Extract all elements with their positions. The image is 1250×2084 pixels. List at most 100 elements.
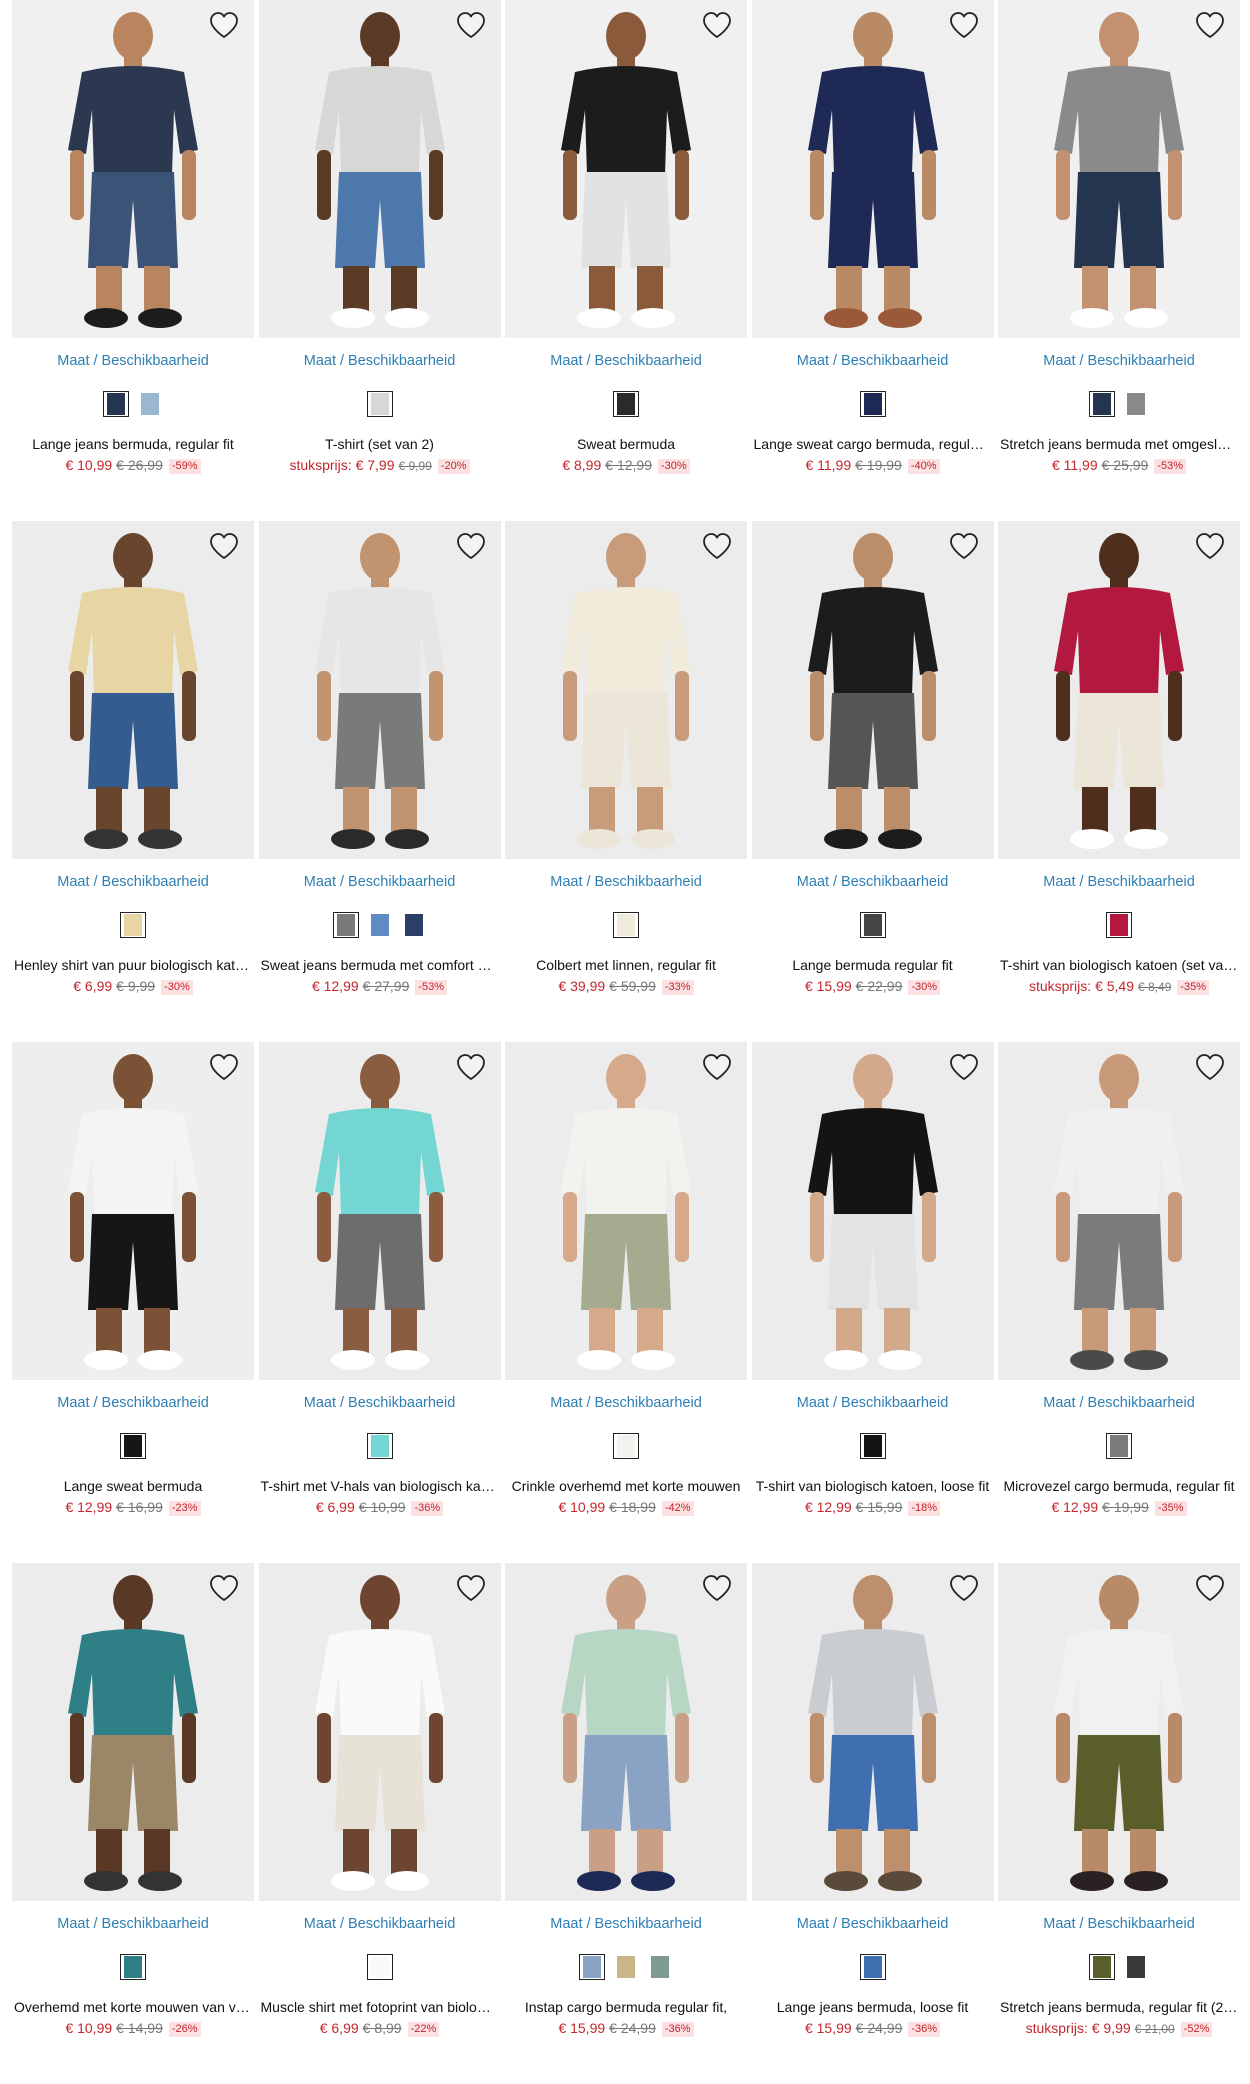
size-availability-link[interactable]: Maat / Beschikbaarheid (304, 353, 456, 369)
size-availability-link[interactable]: Maat / Beschikbaarheid (797, 353, 949, 369)
product-image[interactable] (998, 0, 1240, 338)
wishlist-heart-icon[interactable] (208, 1052, 240, 1082)
product-image[interactable] (12, 0, 254, 338)
size-availability-link[interactable]: Maat / Beschikbaarheid (304, 874, 456, 890)
size-availability-link[interactable]: Maat / Beschikbaarheid (550, 1395, 702, 1411)
color-swatch[interactable] (859, 1954, 886, 1980)
wishlist-heart-icon[interactable] (1194, 1052, 1226, 1082)
wishlist-heart-icon[interactable] (208, 531, 240, 561)
product-card[interactable]: Maat / Beschikbaarheid T-shirt van biolog… (998, 521, 1240, 1042)
color-swatch[interactable] (1106, 912, 1132, 938)
color-swatch[interactable] (613, 1954, 639, 1980)
color-swatch[interactable] (332, 912, 359, 938)
product-card[interactable]: Maat / Beschikbaarheid Muscle shirt met f… (258, 1563, 501, 2084)
wishlist-heart-icon[interactable] (1194, 10, 1226, 40)
size-availability-link[interactable]: Maat / Beschikbaarheid (550, 1916, 702, 1932)
color-swatch[interactable] (579, 1954, 605, 1980)
color-swatch[interactable] (366, 1433, 393, 1459)
product-title[interactable]: Lange sweat bermuda (12, 1477, 254, 1495)
product-card[interactable]: Maat / Beschikbaarheid Overhemd met korte… (12, 1563, 254, 2084)
product-card[interactable]: Maat / Beschikbaarheid Stretch jeans berm… (998, 1563, 1240, 2084)
product-image[interactable] (258, 521, 501, 859)
wishlist-heart-icon[interactable] (948, 1052, 980, 1082)
wishlist-heart-icon[interactable] (455, 1573, 487, 1603)
wishlist-heart-icon[interactable] (455, 1052, 487, 1082)
color-swatch[interactable] (137, 391, 163, 417)
size-availability-link[interactable]: Maat / Beschikbaarheid (57, 1395, 209, 1411)
size-availability-link[interactable]: Maat / Beschikbaarheid (550, 353, 702, 369)
color-swatch[interactable] (613, 912, 639, 938)
wishlist-heart-icon[interactable] (455, 531, 487, 561)
product-image[interactable] (258, 1042, 501, 1380)
color-swatch[interactable] (1089, 1954, 1115, 1980)
color-swatch[interactable] (120, 1954, 146, 1980)
wishlist-heart-icon[interactable] (455, 10, 487, 40)
color-swatch[interactable] (401, 912, 427, 938)
size-availability-link[interactable]: Maat / Beschikbaarheid (1043, 1916, 1195, 1932)
product-title[interactable]: T-shirt van biologisch katoen (set van 2… (998, 956, 1240, 974)
product-card[interactable]: Maat / Beschikbaarheid Crinkle overhemd m… (505, 1042, 747, 1563)
color-swatch[interactable] (859, 1433, 886, 1459)
product-card[interactable]: Maat / Beschikbaarheid Stretch jeans berm… (998, 0, 1240, 521)
product-card[interactable]: Maat / Beschikbaarheid Sweat jeans bermud… (258, 521, 501, 1042)
product-title[interactable]: Sweat bermuda (505, 435, 747, 453)
color-swatch[interactable] (1123, 391, 1149, 417)
size-availability-link[interactable]: Maat / Beschikbaarheid (57, 1916, 209, 1932)
product-title[interactable]: T-shirt (set van 2) (259, 435, 501, 453)
product-card[interactable]: Maat / Beschikbaarheid Lange jeans bermud… (751, 1563, 994, 2084)
wishlist-heart-icon[interactable] (701, 10, 733, 40)
product-title[interactable]: T-shirt met V-hals van biologisch katoen (259, 1477, 501, 1495)
product-title[interactable]: Stretch jeans bermuda, regular fit (2-dl… (998, 1998, 1240, 2016)
product-image[interactable] (998, 521, 1240, 859)
product-image[interactable] (258, 1563, 501, 1901)
wishlist-heart-icon[interactable] (948, 10, 980, 40)
color-swatch[interactable] (367, 912, 393, 938)
size-availability-link[interactable]: Maat / Beschikbaarheid (57, 874, 209, 890)
color-swatch[interactable] (1106, 1433, 1132, 1459)
product-image[interactable] (998, 1042, 1240, 1380)
product-card[interactable]: Maat / Beschikbaarheid Lange jeans bermud… (12, 0, 254, 521)
product-image[interactable] (12, 1042, 254, 1380)
size-availability-link[interactable]: Maat / Beschikbaarheid (1043, 353, 1195, 369)
product-card[interactable]: Maat / Beschikbaarheid Henley shirt van p… (12, 521, 254, 1042)
wishlist-heart-icon[interactable] (1194, 1573, 1226, 1603)
product-card[interactable]: Maat / Beschikbaarheid Instap cargo bermu… (505, 1563, 747, 2084)
size-availability-link[interactable]: Maat / Beschikbaarheid (57, 353, 209, 369)
size-availability-link[interactable]: Maat / Beschikbaarheid (304, 1916, 456, 1932)
product-title[interactable]: Microvezel cargo bermuda, regular fit (998, 1477, 1240, 1495)
size-availability-link[interactable]: Maat / Beschikbaarheid (1043, 1395, 1195, 1411)
wishlist-heart-icon[interactable] (948, 531, 980, 561)
product-image[interactable] (751, 0, 994, 338)
product-title[interactable]: Stretch jeans bermuda met omgeslagen zoo… (998, 435, 1240, 453)
color-swatch[interactable] (613, 1433, 639, 1459)
color-swatch[interactable] (859, 391, 886, 417)
wishlist-heart-icon[interactable] (208, 10, 240, 40)
product-title[interactable]: T-shirt van biologisch katoen, loose fit (752, 1477, 994, 1495)
product-title[interactable]: Sweat jeans bermuda met comfort band (259, 956, 501, 974)
wishlist-heart-icon[interactable] (208, 1573, 240, 1603)
color-swatch[interactable] (613, 391, 639, 417)
product-image[interactable] (998, 1563, 1240, 1901)
color-swatch[interactable] (120, 912, 146, 938)
product-card[interactable]: Maat / Beschikbaarheid T-shirt van biolog… (751, 1042, 994, 1563)
product-card[interactable]: Maat / Beschikbaarheid Lange bermuda regu… (751, 521, 994, 1042)
color-swatch[interactable] (859, 912, 886, 938)
size-availability-link[interactable]: Maat / Beschikbaarheid (797, 1916, 949, 1932)
color-swatch[interactable] (647, 1954, 673, 1980)
wishlist-heart-icon[interactable] (948, 1573, 980, 1603)
product-title[interactable]: Instap cargo bermuda regular fit, (505, 1998, 747, 2016)
product-title[interactable]: Lange sweat cargo bermuda, regular fit (752, 435, 994, 453)
product-title[interactable]: Lange jeans bermuda, regular fit (12, 435, 254, 453)
product-image[interactable] (505, 1042, 747, 1380)
product-image[interactable] (505, 1563, 747, 1901)
product-card[interactable]: Maat / Beschikbaarheid Microvezel cargo b… (998, 1042, 1240, 1563)
product-image[interactable] (505, 521, 747, 859)
color-swatch[interactable] (103, 391, 129, 417)
product-image[interactable] (12, 1563, 254, 1901)
color-swatch[interactable] (1089, 391, 1115, 417)
product-image[interactable] (12, 521, 254, 859)
product-title[interactable]: Henley shirt van puur biologisch katoen (12, 956, 254, 974)
product-card[interactable]: Maat / Beschikbaarheid Colbert met linnen… (505, 521, 747, 1042)
product-card[interactable]: Maat / Beschikbaarheid T-shirt (set van 2… (258, 0, 501, 521)
product-card[interactable]: Maat / Beschikbaarheid T-shirt met V-hals… (258, 1042, 501, 1563)
